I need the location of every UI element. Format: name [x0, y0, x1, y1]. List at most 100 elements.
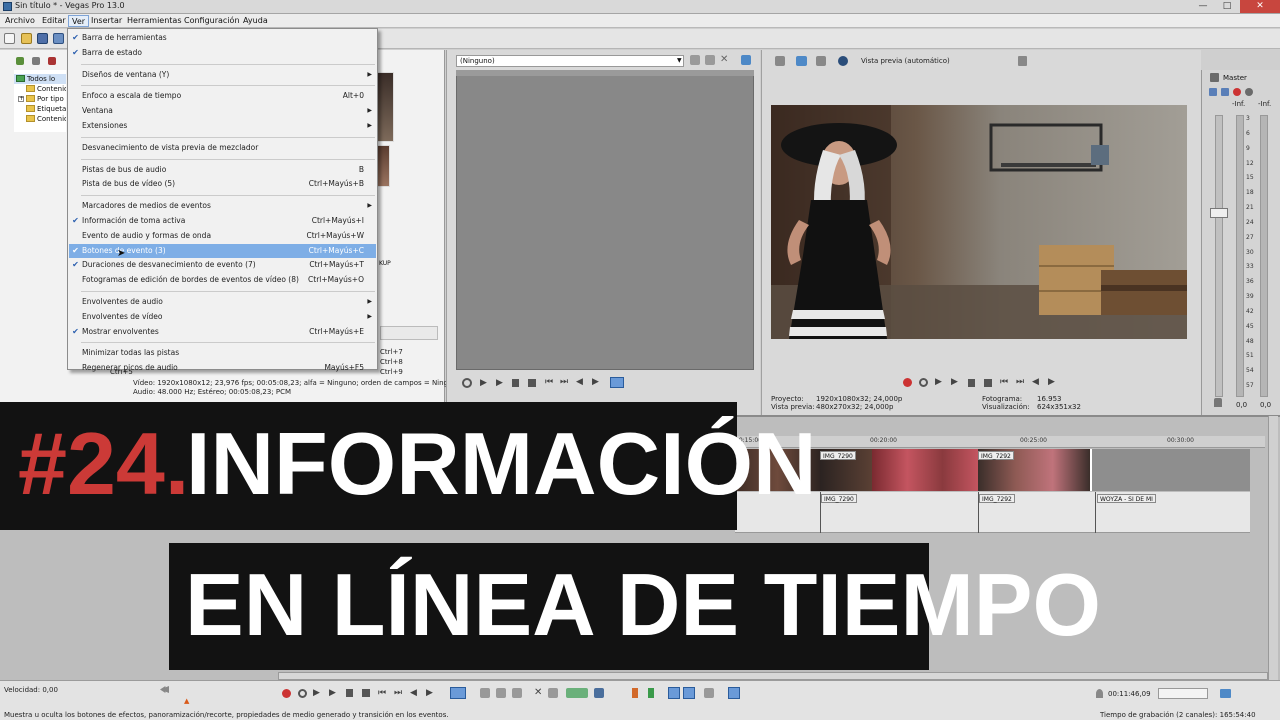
view-menu-item[interactable]: ✔ Barra de herramientas — [69, 31, 376, 45]
timeline-vertical-scrollbar[interactable] — [1268, 416, 1278, 680]
go-to-end-icon[interactable]: ⏭ — [1016, 377, 1026, 387]
view-menu-item[interactable]: ✔ Barra de estado — [69, 46, 376, 60]
view-menu-item[interactable]: Envolventes de audio ▶ — [69, 295, 376, 309]
record-icon[interactable] — [903, 378, 912, 387]
tree-item[interactable]: Contenid — [14, 114, 66, 124]
view-menu-item[interactable]: ✔ Información de toma activa Ctrl+Mayús+I — [69, 214, 376, 228]
master-properties-icon[interactable] — [1210, 73, 1219, 82]
minimize-button[interactable]: — — [1190, 0, 1216, 13]
render-icon[interactable] — [53, 33, 64, 44]
open-folder-icon[interactable] — [21, 33, 32, 44]
envelope-tool-icon[interactable] — [480, 688, 490, 698]
go-to-start-icon[interactable]: ⏮ — [1000, 377, 1010, 387]
view-menu-item[interactable]: Regenerar picos de audio Mayús+F5 — [69, 361, 376, 375]
view-menu-item[interactable]: Evento de audio y formas de onda Ctrl+May… — [69, 229, 376, 243]
stop-icon[interactable] — [528, 379, 536, 387]
view-menu-item[interactable]: Pista de bus de vídeo (5) Ctrl+Mayús+B — [69, 177, 376, 191]
solo-icon[interactable] — [1245, 88, 1253, 96]
save-icon[interactable] — [37, 33, 48, 44]
play-icon[interactable]: ▶ — [496, 378, 506, 388]
fx-icon[interactable] — [1209, 88, 1217, 96]
trimmer-viewport[interactable] — [456, 70, 754, 370]
play-from-start-icon[interactable]: ▶ — [313, 688, 320, 698]
go-to-end-icon[interactable]: ⏭ — [394, 688, 402, 698]
record-icon[interactable] — [282, 689, 291, 698]
external-monitor-icon[interactable] — [796, 56, 807, 66]
trimmer-dock-icon[interactable] — [741, 55, 751, 65]
view-menu-item[interactable]: ✔ Mostrar envolventes Ctrl+Mayús+E — [69, 325, 376, 339]
master-fader-track[interactable] — [1215, 115, 1223, 397]
maximize-button[interactable]: □ — [1214, 0, 1240, 13]
menu-ver[interactable]: Ver — [68, 15, 90, 27]
previous-frame-icon[interactable]: ◀ — [410, 688, 417, 698]
next-frame-icon[interactable]: ▶ — [592, 377, 602, 387]
trimmer-properties-icon[interactable] — [690, 55, 700, 65]
view-menu-item[interactable]: ✔ Duraciones de desvanecimiento de evento… — [69, 258, 376, 272]
trimmer-source-select[interactable]: (Ninguno) — [456, 55, 684, 67]
video-event[interactable]: IMG_7290 — [820, 449, 872, 491]
trim-icon[interactable] — [548, 688, 558, 698]
trimmer-clear-icon[interactable]: ✕ — [720, 54, 728, 65]
previous-frame-icon[interactable]: ◀ — [1032, 377, 1042, 387]
zoom-tool-icon[interactable] — [512, 688, 522, 698]
video-event[interactable] — [872, 449, 978, 491]
next-frame-icon[interactable]: ▶ — [1048, 377, 1058, 387]
stop-icon[interactable] — [984, 379, 992, 387]
pause-icon[interactable] — [512, 379, 519, 387]
new-file-icon[interactable] — [4, 33, 15, 44]
go-to-end-icon[interactable]: ⏭ — [560, 377, 570, 387]
timeline-horizontal-scrollbar[interactable] — [278, 672, 1268, 680]
explorer-refresh-icon[interactable] — [32, 57, 40, 65]
view-menu-item[interactable]: ✔ Botones de evento (3) Ctrl+Mayús+C — [69, 243, 376, 258]
view-menu-item[interactable]: Diseños de ventana (Y) ▶ — [69, 68, 376, 82]
view-menu-item[interactable]: Fotogramas de edición de bordes de event… — [69, 273, 376, 287]
play-icon[interactable]: ▶ — [329, 688, 336, 698]
loop-icon[interactable] — [462, 378, 472, 388]
explorer-up-icon[interactable] — [16, 57, 24, 65]
marker-icon[interactable] — [632, 688, 638, 698]
loop-icon[interactable] — [919, 378, 928, 387]
preview-quality-select[interactable]: Vista previa (automático) — [861, 57, 950, 65]
next-frame-icon[interactable]: ▶ — [426, 688, 433, 698]
selection-length-field[interactable] — [1158, 688, 1208, 699]
stop-icon[interactable] — [362, 689, 370, 697]
menu-editar[interactable]: Editar — [39, 15, 69, 27]
menu-insertar[interactable]: Insertar — [88, 15, 125, 27]
snapping-icon[interactable] — [668, 687, 680, 699]
chevron-down-icon[interactable]: ▼ — [677, 57, 682, 64]
play-from-start-icon[interactable]: ▶ — [935, 377, 945, 387]
preview-quality-icon[interactable] — [838, 56, 848, 66]
tree-expand-icon[interactable]: + — [18, 96, 24, 102]
trimmer-mode-icon[interactable] — [610, 377, 624, 388]
delete-icon[interactable]: ✕ — [534, 687, 542, 698]
tree-item[interactable]: Contenid — [14, 84, 66, 94]
tree-item[interactable]: Etiqueta — [14, 104, 66, 114]
view-menu-item[interactable]: Desvanecimiento de vista previa de mezcl… — [69, 141, 376, 155]
view-menu-item[interactable]: Marcadores de medios de eventos ▶ — [69, 199, 376, 213]
master-fader-handle[interactable] — [1210, 208, 1228, 218]
region-icon[interactable] — [648, 688, 654, 698]
view-menu-item[interactable]: Enfoco a escala de tiempo Alt+0 — [69, 89, 376, 103]
lock-event-icon[interactable] — [594, 688, 604, 698]
preview-properties-icon[interactable] — [775, 56, 785, 66]
trimmer-settings-icon[interactable] — [705, 55, 715, 65]
view-menu-item[interactable]: Envolventes de vídeo ▶ — [69, 310, 376, 324]
pause-icon[interactable] — [346, 689, 353, 697]
play-from-start-icon[interactable]: ▶ — [480, 378, 490, 388]
mute-icon[interactable] — [1233, 88, 1241, 96]
split-screen-icon[interactable] — [816, 56, 826, 66]
menu-configuracion[interactable]: Configuración — [181, 15, 243, 27]
play-icon[interactable]: ▶ — [951, 377, 961, 387]
previous-frame-icon[interactable]: ◀ — [576, 377, 586, 387]
view-menu-item[interactable]: Minimizar todas las pistas — [69, 346, 376, 360]
ripple-edit-icon[interactable] — [704, 688, 714, 698]
save-snapshot-icon[interactable] — [1018, 56, 1027, 66]
go-to-start-icon[interactable]: ⏮ — [545, 377, 555, 387]
menu-archivo[interactable]: Archivo — [2, 15, 38, 27]
loop-icon[interactable] — [298, 689, 307, 698]
go-to-start-icon[interactable]: ⏮ — [378, 688, 386, 698]
menu-herramientas[interactable]: Herramientas — [124, 15, 185, 27]
close-button[interactable]: ✕ — [1240, 0, 1280, 13]
menu-ayuda[interactable]: Ayuda — [240, 15, 271, 27]
view-menu-item[interactable]: Pistas de bus de audio B — [69, 163, 376, 177]
